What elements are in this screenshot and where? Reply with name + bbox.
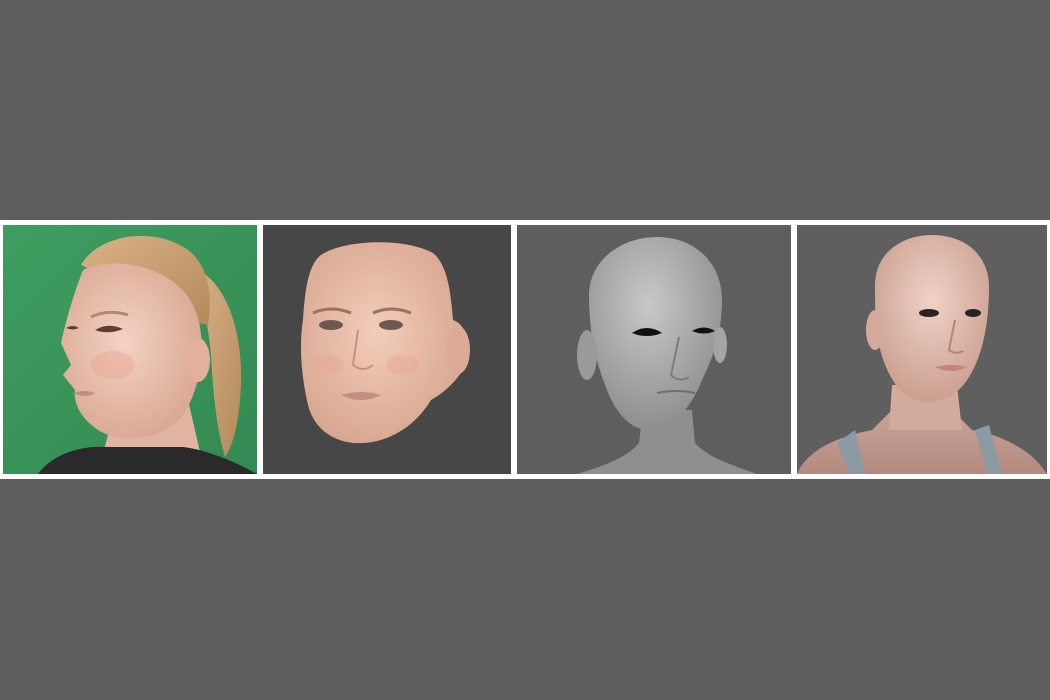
textured-avatar-image [797, 225, 1047, 474]
textured-avatar-panel [797, 225, 1047, 474]
photo-panel [3, 225, 257, 474]
base-mesh-image [517, 225, 791, 474]
face-scan-image [263, 225, 511, 474]
base-mesh-panel [517, 225, 791, 474]
face-scan-panel [263, 225, 511, 474]
photo-image [3, 225, 257, 474]
image-strip [0, 220, 1050, 479]
